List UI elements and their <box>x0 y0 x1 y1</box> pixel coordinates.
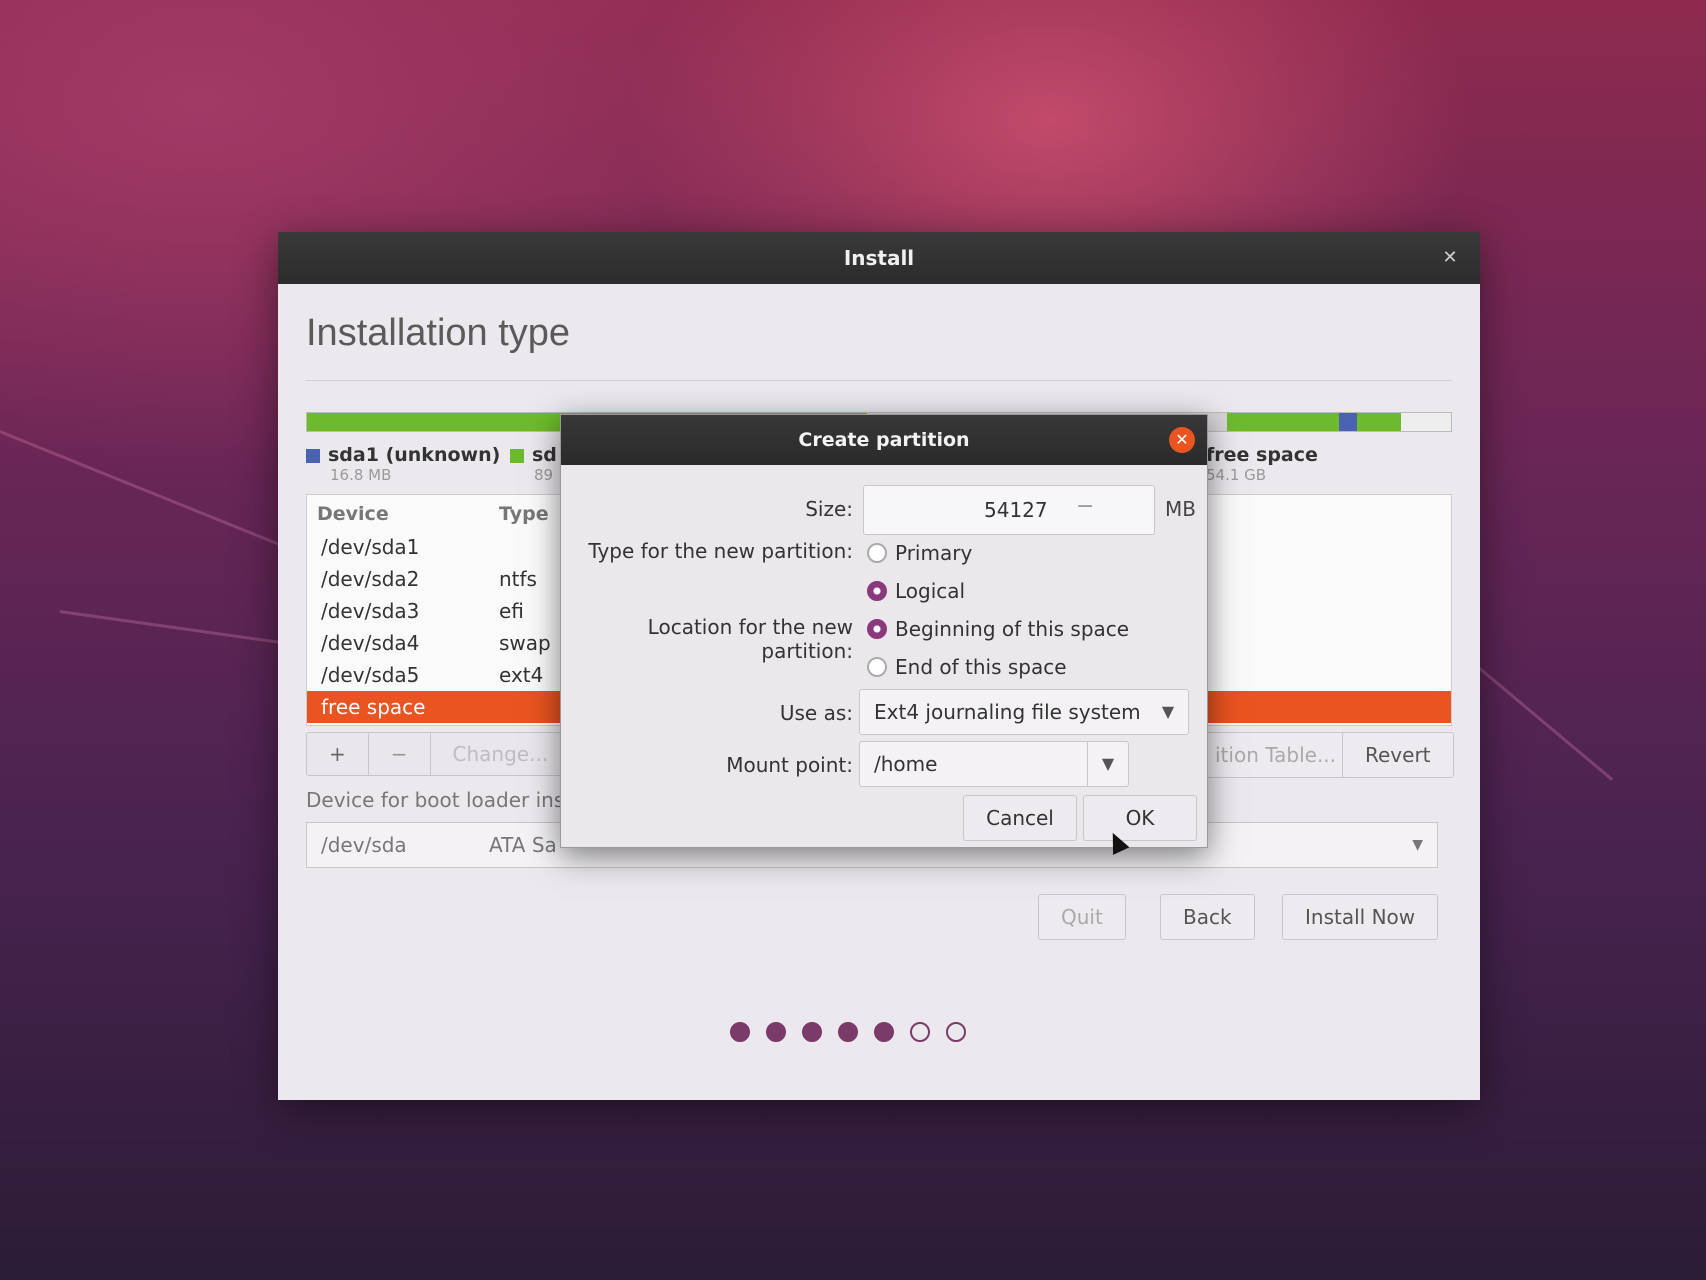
remove-partition-button[interactable]: − <box>369 733 431 775</box>
window-titlebar: Install ✕ <box>278 232 1480 284</box>
ok-button[interactable]: OK <box>1083 795 1197 841</box>
size-value: 54127 <box>984 498 1048 522</box>
legend-size: 54.1 GB <box>1206 466 1267 484</box>
progress-dot-complete <box>802 1022 822 1042</box>
bootloader-label: Device for boot loader inst <box>306 788 573 812</box>
radio-label: Logical <box>895 579 966 603</box>
progress-dot-complete <box>838 1022 858 1042</box>
radio-logical[interactable]: Logical <box>867 579 965 603</box>
radio-selected-icon <box>867 619 887 639</box>
column-header-type[interactable]: Type <box>499 503 549 525</box>
new-partition-table-button[interactable]: ition Table... <box>1192 732 1360 778</box>
use-as-select[interactable]: Ext4 journaling file system ▼ <box>859 689 1189 735</box>
page-title: Installation type <box>306 312 571 354</box>
radio-icon <box>867 657 887 677</box>
bootloader-device: /dev/sda <box>321 833 407 857</box>
decrement-icon[interactable]: − <box>1076 494 1094 519</box>
use-as-label: Use as: <box>779 701 853 725</box>
location-label: Location for the new partition: <box>647 615 853 663</box>
chevron-down-icon: ▼ <box>1412 837 1423 853</box>
row-device: /dev/sda1 <box>321 535 420 559</box>
radio-icon <box>867 543 887 563</box>
row-device: /dev/sda2 <box>321 567 420 591</box>
back-button[interactable]: Back <box>1160 894 1255 940</box>
progress-dot-pending <box>946 1022 966 1042</box>
size-input[interactable]: 54127 − <box>863 485 1155 535</box>
create-partition-dialog: Create partition ✕ Size: 54127 − MB Type… <box>560 414 1208 848</box>
window-title: Install <box>843 246 915 270</box>
row-type: swap <box>499 631 551 655</box>
revert-button[interactable]: Revert <box>1342 732 1454 778</box>
mount-point-label: Mount point: <box>726 753 853 777</box>
cancel-button[interactable]: Cancel <box>963 795 1077 841</box>
radio-end[interactable]: End of this space <box>867 655 1067 679</box>
legend-label: sd <box>532 444 557 466</box>
partition-segment-free <box>1401 413 1451 431</box>
progress-dot-complete <box>730 1022 750 1042</box>
chevron-down-icon: ▼ <box>1161 702 1175 721</box>
progress-dot-complete <box>766 1022 786 1042</box>
dialog-titlebar: Create partition ✕ <box>561 415 1207 465</box>
legend-item-sda1: sda1 (unknown) 16.8 MB <box>306 444 500 484</box>
mount-point-combo[interactable]: /home ▼ <box>859 741 1129 787</box>
progress-dots <box>730 1022 966 1042</box>
bootloader-description: ATA Sa <box>489 833 557 857</box>
legend-item-free-space: free space 54.1 GB <box>1206 444 1318 484</box>
legend-label: sda1 (unknown) <box>328 444 501 466</box>
row-type: ntfs <box>499 567 537 591</box>
column-header-device[interactable]: Device <box>317 503 389 525</box>
row-device: /dev/sda5 <box>321 663 420 687</box>
radio-selected-icon <box>867 581 887 601</box>
progress-dot-current <box>874 1022 894 1042</box>
row-device: /dev/sda4 <box>321 631 420 655</box>
type-label: Type for the new partition: <box>588 539 853 563</box>
row-type: ext4 <box>499 663 544 687</box>
radio-label: Beginning of this space <box>895 617 1130 641</box>
legend-size: 89 <box>534 466 554 484</box>
radio-label: Primary <box>895 541 973 565</box>
progress-dot-pending <box>910 1022 930 1042</box>
change-partition-button[interactable]: Change... <box>431 733 571 775</box>
divider <box>306 380 1452 381</box>
partition-segment-ext4 <box>1227 413 1339 431</box>
background-line <box>0 430 297 553</box>
legend-label: free space <box>1206 444 1318 466</box>
radio-primary[interactable]: Primary <box>867 541 972 565</box>
radio-beginning[interactable]: Beginning of this space <box>867 617 1129 641</box>
background-line <box>1458 650 1614 781</box>
row-type: efi <box>499 599 524 623</box>
use-as-value: Ext4 journaling file system <box>874 700 1141 724</box>
row-device: /dev/sda3 <box>321 599 420 623</box>
legend-swatch <box>510 448 524 463</box>
add-partition-button[interactable]: + <box>307 733 369 775</box>
size-unit: MB <box>1165 497 1196 521</box>
partition-toolbar: + − Change... <box>306 732 572 776</box>
row-device: free space <box>321 695 426 719</box>
partition-segment-efi <box>1357 413 1401 431</box>
close-icon[interactable]: ✕ <box>1438 246 1462 270</box>
quit-button[interactable]: Quit <box>1038 894 1126 940</box>
legend-size: 16.8 MB <box>330 466 392 484</box>
radio-label: End of this space <box>895 655 1067 679</box>
close-icon[interactable]: ✕ <box>1169 427 1195 453</box>
legend-item-sda2: sd 89 <box>510 444 557 484</box>
mount-point-value: /home <box>874 752 938 776</box>
install-now-button[interactable]: Install Now <box>1282 894 1439 940</box>
legend-swatch <box>306 448 320 463</box>
partition-segment-swap <box>1339 413 1357 431</box>
size-label: Size: <box>805 497 853 521</box>
dialog-title: Create partition <box>798 429 970 451</box>
chevron-down-icon[interactable]: ▼ <box>1087 742 1128 786</box>
